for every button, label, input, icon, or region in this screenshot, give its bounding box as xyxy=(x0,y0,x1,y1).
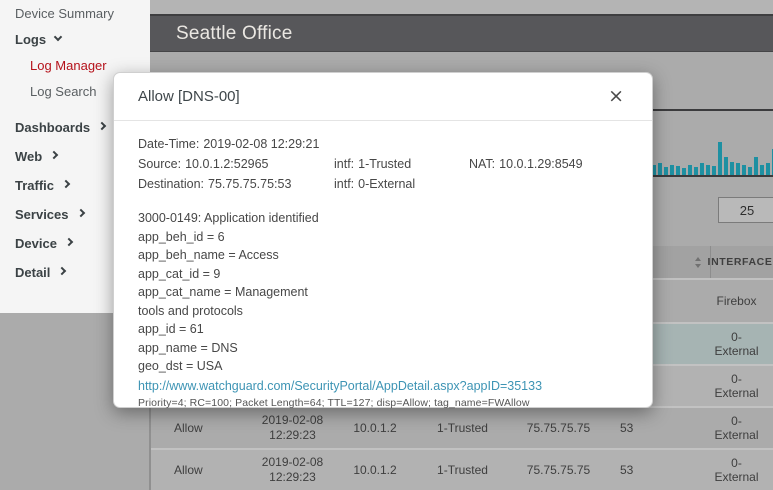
log-detail-line: app_beh_name = Access xyxy=(138,246,628,265)
log-datetime: Date-Time:2019-02-08 12:29:21 xyxy=(138,134,628,154)
sidebar-item-logs[interactable]: Logs xyxy=(0,26,150,52)
chevron-right-icon xyxy=(65,238,73,246)
chart-bar xyxy=(706,165,710,175)
log-detail-dialog: Allow [DNS-00] × Date-Time:2019-02-08 12… xyxy=(113,72,653,408)
dialog-header: Allow [DNS-00] × xyxy=(114,73,652,121)
chart-bar xyxy=(664,167,668,175)
chart-bar xyxy=(688,165,692,175)
log-fine-print: Priority=4; RC=100; Packet Length=64; TT… xyxy=(138,397,628,409)
sort-icon[interactable] xyxy=(695,257,701,268)
table-cell-port: 53 xyxy=(607,463,710,477)
table-cell-port: 53 xyxy=(607,421,710,435)
chart-bar xyxy=(670,165,674,175)
table-cell-destination: 75.75.75.75 xyxy=(510,421,607,435)
device-title: Seattle Office xyxy=(176,23,293,45)
table-cell-src-interface: 1-Trusted xyxy=(415,463,510,477)
sidebar-item-label: Device Summary xyxy=(15,6,114,21)
log-detail-line: app_cat_name = Management xyxy=(138,283,628,302)
table-cell-datetime: 2019-02-0812:29:23 xyxy=(250,413,335,443)
chevron-right-icon xyxy=(76,209,84,217)
sidebar-item-label: Log Manager xyxy=(30,58,107,73)
chart-bar xyxy=(760,165,764,175)
application-detail-block: 3000-0149: Application identifiedapp_beh… xyxy=(138,209,628,376)
log-destination: Destination:75.75.75.75:53 xyxy=(138,174,334,194)
table-cell-source: 10.0.1.2 xyxy=(335,421,415,435)
chart-bar xyxy=(682,168,686,175)
sidebar-item-label: Traffic xyxy=(15,178,54,193)
chart-bar xyxy=(742,165,746,175)
log-detail-line: 3000-0149: Application identified xyxy=(138,209,628,228)
sidebar-item-label: Services xyxy=(15,207,69,222)
chevron-right-icon xyxy=(62,180,70,188)
chevron-right-icon xyxy=(50,151,58,159)
chart-bar xyxy=(724,157,728,175)
column-header-interface[interactable]: INTERFACE xyxy=(710,246,773,278)
table-cell-action: Allow xyxy=(150,463,250,477)
log-summary-grid: Date-Time:2019-02-08 12:29:21 Source:10.… xyxy=(138,134,628,194)
sidebar-item-label: Device xyxy=(15,236,57,251)
page-size-value: 25 xyxy=(740,203,754,218)
log-detail-line: geo_dst = USA xyxy=(138,357,628,376)
chart-bar xyxy=(748,167,752,175)
log-source: Source:10.0.1.2:52965 xyxy=(138,154,334,174)
table-cell-interface: 0-External xyxy=(710,330,773,358)
chart-bar xyxy=(700,163,704,175)
table-cell-source: 10.0.1.2 xyxy=(335,463,415,477)
dialog-title: Allow [DNS-00] xyxy=(138,88,240,105)
chevron-right-icon xyxy=(58,267,66,275)
chart-bar xyxy=(676,166,680,175)
sidebar-item-device-summary[interactable]: Device Summary xyxy=(0,0,150,26)
page-size-select[interactable]: 25 xyxy=(718,197,773,223)
chart-bar xyxy=(754,157,758,175)
table-row[interactable]: Allow2019-02-0812:29:2310.0.1.21-Trusted… xyxy=(150,448,773,490)
table-cell-src-interface: 1-Trusted xyxy=(415,421,510,435)
log-detail-line: app_beh_id = 6 xyxy=(138,228,628,247)
log-destination-interface: intf:0-External xyxy=(334,174,469,194)
log-detail-line: tools and protocols xyxy=(138,302,628,321)
table-cell-action: Allow xyxy=(150,421,250,435)
table-cell-destination: 75.75.75.75 xyxy=(510,463,607,477)
sidebar-item-label: Web xyxy=(15,149,42,164)
chevron-down-icon xyxy=(54,33,62,41)
chart-bar xyxy=(694,167,698,175)
table-cell-interface: 0-External xyxy=(710,414,773,442)
table-cell-interface: 0-External xyxy=(710,456,773,484)
content-top-strip xyxy=(150,0,773,14)
table-cell-datetime: 2019-02-0812:29:23 xyxy=(250,455,335,485)
log-source-interface: intf:1-Trusted xyxy=(334,154,469,174)
close-icon[interactable]: × xyxy=(604,85,628,108)
log-detail-line: app_id = 61 xyxy=(138,320,628,339)
chevron-right-icon xyxy=(98,122,106,130)
chart-bar xyxy=(718,142,722,175)
security-portal-link[interactable]: http://www.watchguard.com/SecurityPortal… xyxy=(138,377,628,396)
sidebar-item-label: Log Search xyxy=(30,84,97,99)
log-detail-line: app_name = DNS xyxy=(138,339,628,358)
sidebar-item-label: Detail xyxy=(15,265,50,280)
chart-bar xyxy=(658,163,662,175)
device-titlebar: Seattle Office xyxy=(150,14,773,52)
table-row[interactable]: Allow2019-02-0812:29:2310.0.1.21-Trusted… xyxy=(150,406,773,448)
chart-bar xyxy=(766,163,770,175)
dialog-body: Date-Time:2019-02-08 12:29:21 Source:10.… xyxy=(114,121,652,409)
log-nat: NAT:10.0.1.29:8549 xyxy=(469,154,628,174)
chart-bar xyxy=(730,162,734,175)
table-cell-interface: Firebox xyxy=(710,294,773,308)
sidebar-item-label: Dashboards xyxy=(15,120,90,135)
chart-bar xyxy=(712,166,716,175)
sidebar-item-label: Logs xyxy=(15,32,46,47)
chart-bar xyxy=(736,163,740,175)
log-detail-line: app_cat_id = 9 xyxy=(138,265,628,284)
table-cell-interface: 0-External xyxy=(710,372,773,400)
